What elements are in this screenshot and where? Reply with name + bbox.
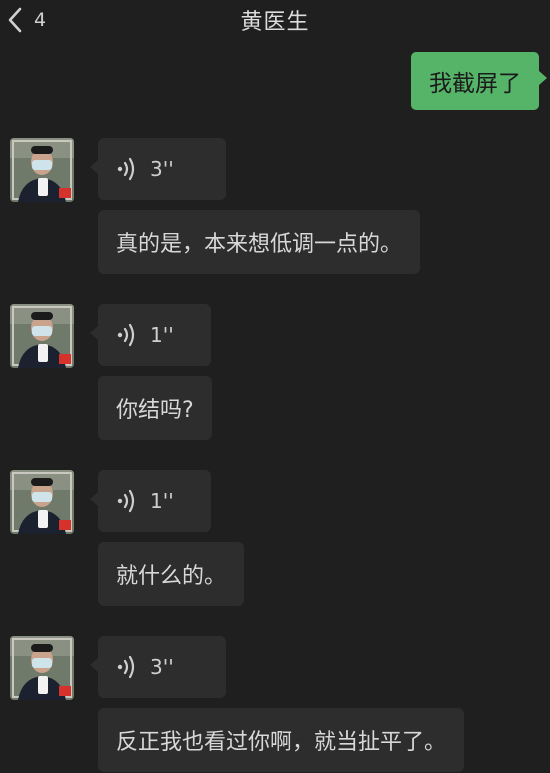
voice-wave-icon bbox=[117, 157, 135, 181]
avatar[interactable] bbox=[10, 470, 74, 534]
voice-message[interactable]: 1'' bbox=[90, 470, 211, 532]
voice-duration: 1'' bbox=[150, 489, 174, 513]
voice-message[interactable]: 3'' bbox=[90, 636, 226, 698]
voice-message[interactable]: 1'' bbox=[90, 304, 211, 366]
avatar[interactable] bbox=[10, 304, 74, 368]
voice-message[interactable]: 3'' bbox=[90, 138, 226, 200]
my-message-bubble[interactable]: 我截屏了 bbox=[411, 52, 547, 110]
voice-duration: 3'' bbox=[150, 157, 174, 181]
text-message[interactable]: 反正我也看过你啊，就当扯平了。 bbox=[98, 708, 465, 772]
voice-duration: 3'' bbox=[150, 655, 174, 679]
voice-wave-icon bbox=[117, 489, 135, 513]
avatar[interactable] bbox=[10, 138, 74, 202]
chat-header: 4 黄医生 bbox=[0, 0, 550, 44]
voice-wave-icon bbox=[117, 655, 135, 679]
voice-duration: 1'' bbox=[150, 323, 174, 347]
text-message[interactable]: 真的是，本来想低调一点的。 bbox=[98, 210, 421, 274]
voice-wave-icon bbox=[117, 323, 135, 347]
text-message[interactable]: 就什么的。 bbox=[98, 542, 245, 606]
avatar[interactable] bbox=[10, 636, 74, 700]
chat-title: 黄医生 bbox=[240, 10, 310, 35]
text-message[interactable]: 你结吗? bbox=[98, 376, 212, 440]
